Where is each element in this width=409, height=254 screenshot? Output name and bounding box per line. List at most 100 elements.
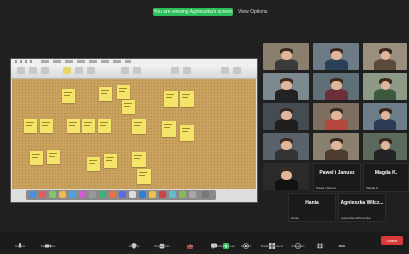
sticky-note[interactable]	[24, 119, 37, 133]
participant-tile[interactable]	[263, 133, 309, 160]
participant-video	[380, 110, 391, 120]
toolbar-icon	[233, 67, 241, 74]
toolbar-icon	[133, 67, 141, 74]
participant-video	[324, 89, 348, 100]
app-icon[interactable]	[109, 191, 116, 198]
sticky-note[interactable]	[132, 152, 146, 167]
board-toolbar	[11, 64, 257, 79]
sticky-note[interactable]	[180, 125, 194, 141]
participant-video	[331, 140, 342, 150]
participant-video	[374, 59, 397, 70]
control-label: Breakout Rooms	[260, 244, 284, 248]
participant-video	[374, 149, 397, 160]
participant-name: Agnieszka Wilczynska	[341, 216, 371, 220]
finder-icon[interactable]	[29, 191, 36, 198]
app-icon[interactable]	[59, 191, 66, 198]
sticky-note[interactable]	[122, 100, 135, 114]
toolbar-icon	[17, 67, 25, 74]
toolbar-icon	[121, 67, 129, 74]
participant-name-tile[interactable]: Magda K. Magda K.	[363, 163, 409, 192]
app-icon[interactable]	[189, 191, 196, 198]
participant-name-tile[interactable]: Hania Hania	[288, 193, 336, 222]
participant-display-name: Agnieszka Wilcz...	[340, 200, 384, 206]
sticky-note[interactable]	[117, 85, 130, 99]
app-icon[interactable]	[119, 191, 126, 198]
participant-video	[281, 140, 292, 150]
control-label: More	[338, 244, 346, 248]
share-screen-icon	[223, 236, 229, 249]
control-label: Record	[241, 244, 251, 248]
participant-tile[interactable]	[263, 163, 309, 190]
sticky-note[interactable]	[104, 154, 117, 168]
trash-icon[interactable]	[202, 191, 209, 198]
sticky-note[interactable]	[47, 150, 60, 164]
participant-tile[interactable]	[313, 73, 359, 100]
participant-name-tile[interactable]: Agnieszka Wilcz... Agnieszka Wilczynska	[338, 193, 386, 222]
app-icon[interactable]	[49, 191, 56, 198]
unmute-button[interactable]: Unmute	[6, 233, 34, 249]
app-icon[interactable]	[179, 191, 186, 198]
security-button[interactable]: Security	[120, 233, 148, 249]
participant-tile[interactable]	[313, 43, 359, 70]
app-icon[interactable]	[69, 191, 76, 198]
participant-tile[interactable]	[313, 133, 359, 160]
top-bar: You are viewing Agnieszka's screen View …	[0, 0, 409, 20]
control-label: Start Video	[40, 244, 56, 248]
participant-video	[380, 140, 391, 150]
app-icon[interactable]	[169, 191, 176, 198]
participant-tile[interactable]	[363, 133, 407, 160]
participant-name-tile[interactable]: Paweł i Janusz Paweł i Janusz	[313, 163, 361, 192]
sticky-note[interactable]	[162, 121, 176, 137]
control-label: Security	[128, 244, 140, 248]
toolbar-icon	[75, 67, 83, 74]
app-icon[interactable]	[139, 191, 146, 198]
sticky-note[interactable]	[99, 87, 112, 101]
toolbar-icon	[171, 67, 179, 74]
app-icon[interactable]	[129, 191, 136, 198]
participant-video	[374, 89, 397, 100]
app-icon[interactable]	[79, 191, 86, 198]
participant-video	[331, 80, 342, 90]
screen-share-banner[interactable]: You are viewing Agnieszka's screen	[153, 8, 233, 16]
breakout-rooms-button[interactable]: Breakout Rooms	[258, 233, 286, 249]
sticky-note[interactable]	[87, 157, 100, 171]
sticky-note[interactable]	[132, 119, 146, 134]
participant-video	[274, 89, 298, 100]
sticky-note[interactable]	[67, 119, 80, 133]
start-video-button[interactable]: Start Video	[34, 233, 62, 249]
toolbar-icon	[183, 67, 191, 74]
view-options-button[interactable]: View Options	[238, 8, 267, 16]
more-button[interactable]: More	[328, 233, 356, 249]
sticky-note[interactable]	[82, 119, 95, 133]
corkboard[interactable]	[12, 79, 256, 189]
participant-tile[interactable]	[363, 43, 407, 70]
sticky-note[interactable]	[40, 119, 53, 133]
app-icon[interactable]	[99, 191, 106, 198]
app-icon[interactable]	[149, 191, 156, 198]
participant-name: Hania	[291, 216, 299, 220]
sticky-note[interactable]	[180, 91, 194, 107]
participant-tile[interactable]	[363, 73, 407, 100]
menu-items	[15, 60, 35, 63]
app-icon[interactable]	[39, 191, 46, 198]
toolbar-icon	[29, 67, 37, 74]
control-label: Unmute	[14, 244, 26, 248]
participant-tile[interactable]	[263, 73, 309, 100]
participant-tile[interactable]	[313, 103, 359, 130]
sticky-note[interactable]	[137, 169, 151, 184]
sticky-note[interactable]	[62, 89, 75, 103]
app-icon[interactable]	[89, 191, 96, 198]
participants-button[interactable]: Participants	[148, 233, 176, 249]
participant-tile[interactable]	[263, 103, 309, 130]
participant-tile[interactable]	[263, 43, 309, 70]
sticky-note[interactable]	[30, 151, 43, 165]
record-button[interactable]: Record	[232, 233, 260, 249]
leave-button[interactable]: Leave	[381, 236, 403, 245]
sticky-note[interactable]	[98, 119, 111, 133]
participant-video	[281, 170, 292, 180]
app-icon[interactable]	[159, 191, 166, 198]
toolbar-icon	[221, 67, 229, 74]
sticky-note[interactable]	[164, 91, 178, 107]
toolbar-icon	[41, 67, 49, 74]
participant-tile[interactable]	[363, 103, 407, 130]
